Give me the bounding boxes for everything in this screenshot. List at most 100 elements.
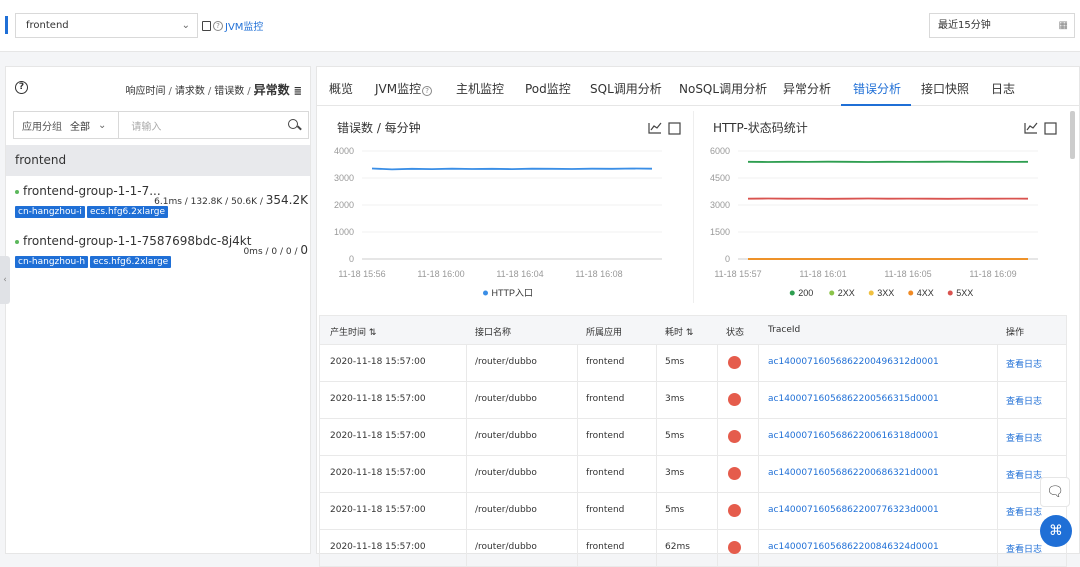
collapse-panel-handle[interactable]: ‹ (0, 256, 10, 304)
cell-time: 2020-11-18 15:57:00 (330, 505, 426, 515)
cell-cost: 5ms (665, 505, 684, 515)
legend-label: 2XX (838, 288, 855, 298)
y-tick-label: 2000 (334, 200, 354, 210)
help-icon: ? (422, 86, 432, 96)
col-time[interactable]: 产生时间 ⇅ (330, 325, 376, 338)
tab-snapshot[interactable]: 接口快照 (921, 80, 969, 97)
y-tick-label: 0 (349, 254, 354, 264)
help-icon: ? (213, 21, 223, 31)
checkbox-icon (202, 21, 211, 31)
zone-tag: cn-hangzhou-h (15, 256, 88, 268)
legend-marker (829, 291, 834, 296)
time-range-picker[interactable]: 最近15分钟 ▦ (929, 13, 1075, 38)
tab-exceptions[interactable]: 异常分析 (783, 80, 831, 97)
table-row: 2020-11-18 15:57:00/router/dubbofrontend… (319, 382, 1067, 419)
error-status-dot (728, 504, 741, 517)
assistant-icon[interactable]: ⌘ (1040, 515, 1072, 547)
legend-marker (790, 291, 795, 296)
tab-jvm[interactable]: JVM监控? (375, 80, 432, 97)
view-log-link[interactable]: 查看日志 (1006, 431, 1042, 444)
group-filter-select[interactable]: 全部 (70, 118, 90, 133)
x-tick-label: 11-18 15:57 (714, 269, 761, 279)
trace-id-link[interactable]: ac14000716056862200616318d0001 (768, 431, 939, 441)
chevron-down-icon[interactable]: ⌄ (98, 120, 106, 131)
scrollbar[interactable] (1070, 111, 1075, 159)
instance-type-tag: ecs.hfg6.2xlarge (87, 206, 168, 218)
table-row: 2020-11-18 15:57:00/router/dubbofrontend… (319, 345, 1067, 382)
col-cost[interactable]: 耗时 ⇅ (665, 325, 693, 338)
cell-time: 2020-11-18 15:57:00 (330, 468, 426, 478)
cell-cost: 5ms (665, 431, 684, 441)
tab-overview[interactable]: 概览 (329, 80, 353, 97)
tab-logs[interactable]: 日志 (991, 80, 1015, 97)
instance-search-input[interactable]: 请输入 (131, 118, 288, 133)
line-chart-icon (1025, 123, 1037, 133)
error-status-dot (728, 430, 741, 443)
view-log-link[interactable]: 查看日志 (1006, 468, 1042, 481)
instance-item[interactable]: frontend-group-1-1-7... 6.1ms / 132.8K /… (15, 184, 308, 228)
cell-api: /router/dubbo (475, 542, 537, 552)
tab-host[interactable]: 主机监控 (456, 80, 504, 97)
chat-icon[interactable]: 🗨 (1040, 477, 1070, 507)
error-count-chart-svg: 0100020003000400011-18 15:5611-18 16:001… (317, 111, 693, 303)
instance-name: frontend-group-1-1-7587698bdc-8j4kt (23, 234, 251, 248)
col-api: 接口名称 (475, 325, 511, 338)
trace-id-link[interactable]: ac14000716056862200686321d0001 (768, 468, 939, 478)
sort-icon: ⇅ (686, 328, 694, 338)
view-log-link[interactable]: 查看日志 (1006, 542, 1042, 555)
jvm-toggle-label: JVM监控 (225, 18, 263, 33)
http-status-chart: HTTP-状态码统计 0150030004500600011-18 15:571… (693, 111, 1069, 303)
legend-marker (483, 291, 488, 296)
sort-menu-icon[interactable]: ≣ (294, 86, 302, 97)
zone-tag: cn-hangzhou-i (15, 206, 85, 218)
cell-api: /router/dubbo (475, 468, 537, 478)
cell-time: 2020-11-18 15:57:00 (330, 394, 426, 404)
tab-sql[interactable]: SQL调用分析 (590, 80, 662, 97)
export-icon (1045, 123, 1056, 134)
cell-api: /router/dubbo (475, 394, 537, 404)
col-app: 所属应用 (586, 325, 622, 338)
instance-item[interactable]: frontend-group-1-1-7587698bdc-8j4kt 0ms … (15, 234, 308, 278)
help-icon[interactable]: ? (15, 81, 28, 94)
metric-tab-errors[interactable]: 错误数 (214, 86, 244, 97)
trace-id-link[interactable]: ac14000716056862200846324d0001 (768, 542, 939, 552)
table-row: 2020-11-18 15:57:00/router/dubbofrontend… (319, 456, 1067, 493)
error-status-dot (728, 393, 741, 406)
legend-marker (908, 291, 913, 296)
http-status-chart-svg: 0150030004500600011-18 15:5711-18 16:011… (693, 111, 1069, 303)
search-icon[interactable] (288, 119, 300, 131)
app-select-value: frontend (26, 20, 69, 31)
calendar-icon: ▦ (1059, 14, 1068, 37)
cell-cost: 62ms (665, 542, 690, 552)
tab-nosql[interactable]: NoSQL调用分析 (679, 80, 767, 97)
app-select[interactable]: frontend ⌄ (15, 13, 198, 38)
table-row: 2020-11-18 15:57:00/router/dubbofrontend… (319, 530, 1067, 567)
y-tick-label: 0 (725, 254, 730, 264)
instance-list-header: ? 响应时间/请求数/错误数/异常数≣ (6, 67, 310, 107)
trace-id-link[interactable]: ac14000716056862200566315d0001 (768, 394, 939, 404)
series-line-HTTP入口 (372, 169, 652, 170)
metric-tab-exceptions[interactable]: 异常数 (254, 83, 290, 97)
tab-pod[interactable]: Pod监控 (525, 80, 571, 97)
legend-label: 5XX (956, 288, 973, 298)
group-row[interactable]: frontend (6, 145, 310, 176)
accent-bar (5, 16, 8, 34)
col-action: 操作 (1006, 325, 1024, 338)
y-tick-label: 3000 (710, 200, 730, 210)
cell-app: frontend (586, 505, 624, 515)
legend-label: 3XX (877, 288, 894, 298)
x-tick-label: 11-18 16:08 (575, 269, 622, 279)
view-log-link[interactable]: 查看日志 (1006, 357, 1042, 370)
line-chart-icon (649, 123, 661, 133)
cell-time: 2020-11-18 15:57:00 (330, 431, 426, 441)
jvm-toggle[interactable]: ? JVM监控 (202, 18, 263, 33)
metric-tab-requests[interactable]: 请求数 (175, 86, 205, 97)
trace-id-link[interactable]: ac14000716056862200776323d0001 (768, 505, 939, 515)
y-tick-label: 1500 (710, 227, 730, 237)
metric-tab-response-time[interactable]: 响应时间 (125, 86, 165, 97)
view-log-link[interactable]: 查看日志 (1006, 394, 1042, 407)
tab-errors[interactable]: 错误分析 (853, 80, 901, 97)
view-log-link[interactable]: 查看日志 (1006, 505, 1042, 518)
col-traceid: TraceId (768, 325, 800, 335)
trace-id-link[interactable]: ac14000716056862200496312d0001 (768, 357, 939, 367)
